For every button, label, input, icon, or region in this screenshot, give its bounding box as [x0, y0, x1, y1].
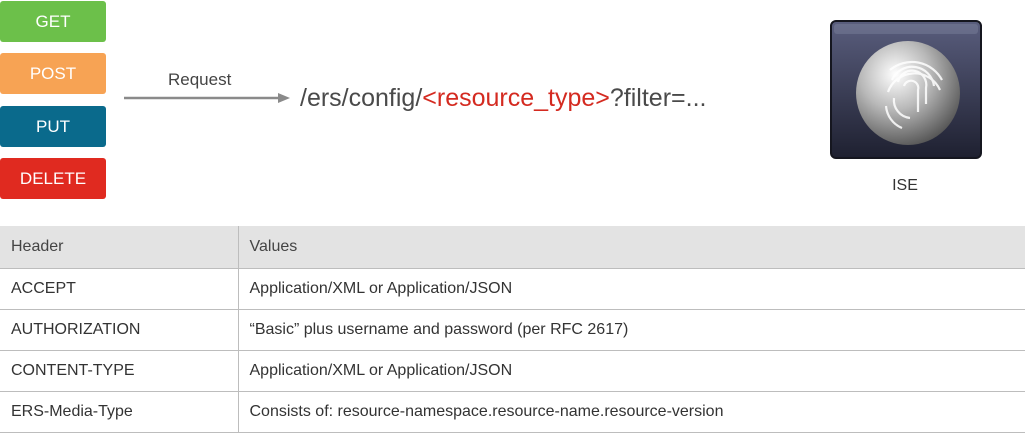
header-column-heading: Header — [0, 226, 239, 269]
url-resource-type: <resource_type> — [422, 84, 610, 112]
post-method-button: POST — [0, 53, 106, 94]
fingerprint-sphere-icon — [830, 20, 982, 159]
header-value-cell: “Basic” plus username and password (per … — [238, 309, 1025, 351]
values-column-heading: Values — [238, 226, 1025, 269]
table-row: ERS-Media-Type Consists of: resource-nam… — [0, 391, 1025, 433]
table-row: CONTENT-TYPE Application/XML or Applicat… — [0, 350, 1025, 392]
header-value-cell: Application/XML or Application/JSON — [238, 350, 1025, 392]
header-value-cell: Application/XML or Application/JSON — [238, 268, 1025, 310]
table-row: ACCEPT Application/XML or Application/JS… — [0, 268, 1025, 310]
request-url: /ers/config/<resource_type>?filter=... — [300, 84, 706, 113]
table-header-row: Header Values — [0, 226, 1025, 269]
header-name-cell: ACCEPT — [0, 268, 239, 310]
url-prefix: /ers/config/ — [300, 84, 423, 112]
table-row: AUTHORIZATION “Basic” plus username and … — [0, 309, 1025, 351]
request-label: Request — [168, 70, 232, 89]
header-name-cell: ERS-Media-Type — [0, 391, 239, 433]
header-name-cell: CONTENT-TYPE — [0, 350, 239, 392]
url-suffix: ?filter=... — [609, 84, 707, 112]
get-method-button: GET — [0, 1, 106, 42]
put-method-button: PUT — [0, 106, 106, 147]
delete-method-button: DELETE — [0, 158, 106, 199]
ise-label: ISE — [892, 177, 918, 194]
request-arrow-icon — [124, 93, 290, 103]
headers-table: Header Values ACCEPT Application/XML or … — [0, 226, 1025, 433]
header-name-cell: AUTHORIZATION — [0, 309, 239, 351]
header-value-cell: Consists of: resource-namespace.resource… — [238, 391, 1025, 433]
